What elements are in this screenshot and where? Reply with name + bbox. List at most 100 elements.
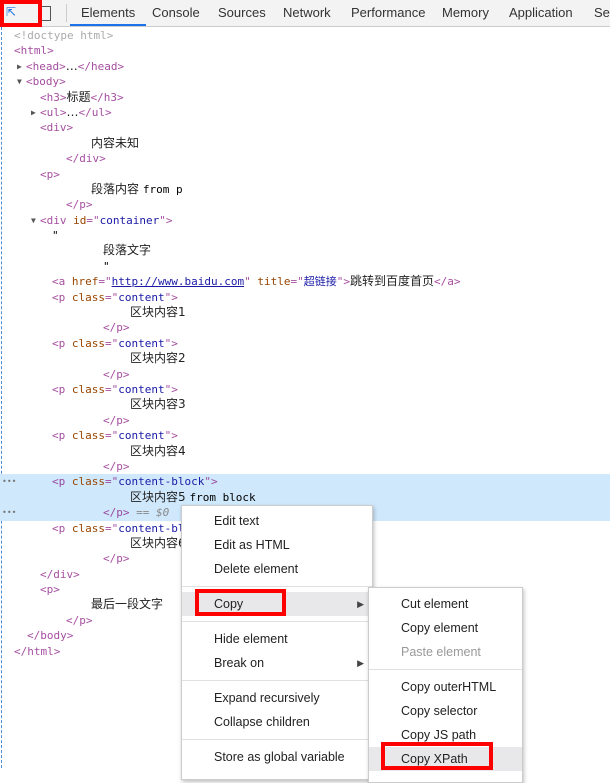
dom-node-line[interactable]: " — [0, 228, 610, 243]
node-tag: <p — [52, 475, 72, 489]
node-val: content — [118, 382, 165, 396]
dom-node-line[interactable]: <p class="content"> — [0, 290, 610, 305]
dom-node-line[interactable]: <p> — [0, 167, 610, 182]
menu-item-copy[interactable]: Copy ▶ — [182, 592, 372, 616]
menu-item-copy-element[interactable]: Copy element — [369, 616, 522, 640]
dom-node-line[interactable]: 区块内容4 — [0, 444, 610, 459]
dom-node-line[interactable]: ▼ <div id="container"> — [0, 213, 610, 228]
dom-node-line[interactable]: </div> — [0, 151, 610, 166]
menu-item-label: Copy outerHTML — [401, 680, 497, 694]
expand-triangle-icon[interactable]: ▶ — [17, 59, 22, 74]
node-tag: <div> — [40, 121, 74, 135]
dom-node-line[interactable]: ••• <p class="content-block"> — [0, 474, 610, 490]
dom-node-line[interactable]: 区块内容5 from block — [0, 489, 610, 506]
collapse-triangle-icon[interactable]: ▼ — [17, 74, 22, 89]
tab-network[interactable]: Network — [283, 0, 331, 26]
dom-node-line[interactable]: 段落内容 from p — [0, 182, 610, 197]
node-tag: =" — [105, 475, 119, 489]
dom-node-line[interactable]: ▼ <body> — [0, 74, 610, 89]
menu-item-copy-selector[interactable]: Copy selector — [369, 699, 522, 723]
device-toolbar-icon[interactable] — [40, 6, 51, 21]
inspect-element-icon[interactable]: ⇱ — [6, 5, 20, 19]
menu-item-copy-js-path[interactable]: Copy JS path — [369, 723, 522, 747]
menu-item-label: Hide element — [214, 632, 288, 646]
node-tag: <p — [52, 336, 72, 350]
dom-node-line[interactable]: 区块内容2 — [0, 351, 610, 366]
node-plain: from p — [142, 182, 183, 196]
dom-node-line[interactable]: ▶ <ul>…</ul> — [0, 105, 610, 120]
node-val: container — [99, 213, 160, 227]
node-tag: </p> — [103, 506, 130, 520]
menu-item-cut-element[interactable]: Cut element — [369, 592, 522, 616]
menu-item-edit-text[interactable]: Edit text — [182, 509, 372, 533]
dom-node-line[interactable]: 区块内容1 — [0, 305, 610, 320]
dom-node-line[interactable]: <a href="http://www.baidu.com" title="超链… — [0, 274, 610, 289]
tab-se[interactable]: Se — [594, 0, 610, 26]
menu-item-store-as-global-variable[interactable]: Store as global variable — [182, 745, 372, 769]
menu-item-label: Copy element — [401, 621, 479, 635]
tab-sources[interactable]: Sources — [218, 0, 266, 26]
dom-node-line[interactable]: ▶ <head>…</head> — [0, 59, 610, 74]
node-tag: =" — [86, 213, 100, 227]
expand-triangle-icon[interactable]: ▶ — [31, 105, 36, 120]
menu-item-label: Expand recursively — [214, 691, 320, 705]
node-text: 区块内容2 — [130, 351, 186, 366]
dom-node-line[interactable]: <div> — [0, 120, 610, 135]
dom-node-line[interactable]: <p class="content"> — [0, 382, 610, 397]
menu-separator — [369, 669, 522, 670]
dom-node-line[interactable]: " — [0, 259, 610, 274]
tab-performance[interactable]: Performance — [351, 0, 425, 26]
menu-item-hide-element[interactable]: Hide element — [182, 627, 372, 651]
submenu-arrow-icon: ▶ — [357, 658, 364, 668]
node-tag: =" — [105, 382, 119, 396]
tab-elements[interactable]: Elements — [70, 0, 147, 26]
dom-node-line[interactable]: 区块内容3 — [0, 397, 610, 412]
menu-item-copy-outerhtml[interactable]: Copy outerHTML — [369, 675, 522, 699]
tab-application[interactable]: Application — [509, 0, 573, 26]
menu-item-label: Edit text — [214, 514, 260, 528]
tab-console[interactable]: Console — [152, 0, 200, 26]
dom-node-line[interactable]: <p class="content"> — [0, 428, 610, 443]
node-attr: href — [71, 275, 99, 289]
tab-memory[interactable]: Memory — [442, 0, 489, 26]
dom-node-line[interactable]: <!doctype html> — [0, 28, 610, 43]
menu-item-collapse-children[interactable]: Collapse children — [182, 710, 372, 734]
dom-node-line[interactable]: 段落文字 — [0, 243, 610, 258]
menu-item-break-on[interactable]: Break on ▶ — [182, 651, 372, 675]
dom-node-line[interactable]: <h3>标题</h3> — [0, 90, 610, 105]
node-tag: <ul> — [40, 105, 67, 119]
dom-node-line[interactable]: </p> — [0, 197, 610, 212]
node-tag: <p> — [40, 583, 60, 597]
node-tag: <a — [52, 275, 72, 289]
dom-node-line[interactable]: <p class="content"> — [0, 336, 610, 351]
collapse-triangle-icon[interactable]: ▼ — [31, 213, 36, 228]
node-val: content — [118, 336, 165, 350]
node-tag: </h3> — [90, 90, 124, 104]
node-tag: <html> — [14, 44, 54, 58]
menu-item-paste-element[interactable]: Paste element — [369, 640, 522, 664]
node-attr: id — [73, 213, 87, 227]
node-text: 区块内容4 — [130, 443, 186, 458]
node-text: 跳转到百度首页 — [349, 274, 434, 289]
dom-node-line[interactable]: 内容未知 — [0, 136, 610, 151]
node-tag: </p> — [103, 321, 130, 335]
menu-item-expand-recursively[interactable]: Expand recursively — [182, 686, 372, 710]
more-options-icon[interactable]: ••• — [2, 474, 16, 489]
node-eq: == $0 — [129, 506, 170, 520]
dom-node-line[interactable]: </p> — [0, 413, 610, 428]
node-tag: "> — [164, 382, 178, 396]
node-dim: <!doctype html> — [14, 29, 114, 42]
menu-item-delete-element[interactable]: Delete element — [182, 557, 372, 581]
dom-node-line[interactable]: </p> — [0, 320, 610, 335]
dom-node-line[interactable]: </p> — [0, 367, 610, 382]
dom-node-line[interactable]: <html> — [0, 43, 610, 58]
node-val: content — [118, 429, 165, 443]
more-options-icon[interactable]: ••• — [2, 505, 16, 520]
menu-item-copy-xpath[interactable]: Copy XPath — [369, 747, 522, 771]
dom-node-line[interactable]: </p> — [0, 459, 610, 474]
menu-item-edit-as-html[interactable]: Edit as HTML — [182, 533, 372, 557]
node-tag: "> — [164, 429, 178, 443]
node-link[interactable]: http://www.baidu.com — [112, 275, 244, 288]
menu-separator — [182, 621, 372, 622]
node-text: 最后一段文字 — [91, 597, 164, 612]
